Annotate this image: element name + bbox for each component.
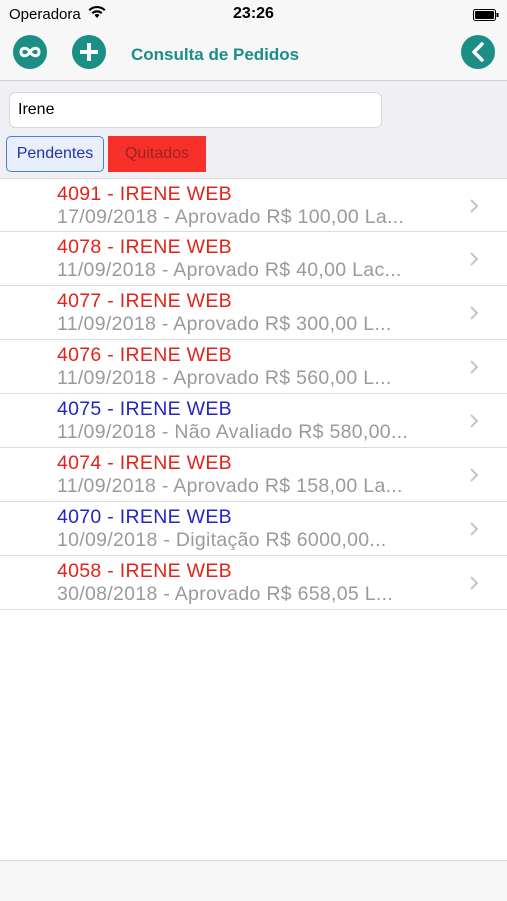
order-title: 4074 - IRENE WEB bbox=[57, 452, 232, 474]
order-subtitle: 11/09/2018 - Não Avaliado R$ 580,00... bbox=[57, 421, 409, 443]
chevron-left-icon bbox=[472, 42, 484, 62]
chevron-right-icon bbox=[470, 414, 479, 428]
list-item[interactable]: 4074 - IRENE WEB 11/09/2018 - Aprovado R… bbox=[0, 448, 507, 502]
battery-icon bbox=[473, 8, 499, 21]
chevron-right-icon bbox=[470, 199, 479, 213]
chevron-right-icon bbox=[470, 252, 479, 266]
list-item[interactable]: 4076 - IRENE WEB 11/09/2018 - Aprovado R… bbox=[0, 340, 507, 394]
order-list: 4091 - IRENE WEB 17/09/2018 - Aprovado R… bbox=[0, 178, 507, 610]
clock: 23:26 bbox=[233, 5, 274, 22]
order-subtitle: 30/08/2018 - Aprovado R$ 658,05 L... bbox=[57, 583, 394, 605]
order-subtitle: 11/09/2018 - Aprovado R$ 40,00 Lac... bbox=[57, 259, 402, 281]
back-button[interactable] bbox=[461, 35, 495, 69]
order-subtitle: 11/09/2018 - Aprovado R$ 158,00 La... bbox=[57, 475, 403, 497]
bottom-toolbar bbox=[0, 860, 507, 901]
status-bar: Operadora 23:26 bbox=[0, 0, 507, 28]
tab-pendentes[interactable]: Pendentes bbox=[6, 136, 104, 172]
navigation-bar: Consulta de Pedidos bbox=[0, 28, 507, 81]
infinity-icon bbox=[19, 46, 41, 58]
order-title: 4070 - IRENE WEB bbox=[57, 506, 232, 528]
order-title: 4091 - IRENE WEB bbox=[57, 183, 232, 205]
list-item[interactable]: 4070 - IRENE WEB 10/09/2018 - Digitação … bbox=[0, 502, 507, 556]
order-subtitle: 11/09/2018 - Aprovado R$ 300,00 L... bbox=[57, 313, 392, 335]
list-item[interactable]: 4091 - IRENE WEB 17/09/2018 - Aprovado R… bbox=[0, 178, 507, 232]
chevron-right-icon bbox=[470, 468, 479, 482]
chevron-right-icon bbox=[470, 360, 479, 374]
list-item[interactable]: 4078 - IRENE WEB 11/09/2018 - Aprovado R… bbox=[0, 232, 507, 286]
order-title: 4058 - IRENE WEB bbox=[57, 560, 232, 582]
search-input[interactable] bbox=[9, 92, 382, 128]
order-title: 4077 - IRENE WEB bbox=[57, 290, 232, 312]
list-item[interactable]: 4075 - IRENE WEB 11/09/2018 - Não Avalia… bbox=[0, 394, 507, 448]
order-subtitle: 11/09/2018 - Aprovado R$ 560,00 L... bbox=[57, 367, 392, 389]
list-item[interactable]: 4058 - IRENE WEB 30/08/2018 - Aprovado R… bbox=[0, 556, 507, 610]
order-subtitle: 10/09/2018 - Digitação R$ 6000,00... bbox=[57, 529, 387, 551]
tab-quitados[interactable]: Quitados bbox=[108, 136, 206, 172]
infinity-button[interactable] bbox=[13, 35, 47, 69]
add-button[interactable] bbox=[72, 35, 106, 69]
page-title: Consulta de Pedidos bbox=[131, 45, 300, 64]
order-title: 4075 - IRENE WEB bbox=[57, 398, 232, 420]
chevron-right-icon bbox=[470, 522, 479, 536]
filter-area: Pendentes Quitados bbox=[0, 81, 507, 178]
chevron-right-icon bbox=[470, 306, 479, 320]
list-item[interactable]: 4077 - IRENE WEB 11/09/2018 - Aprovado R… bbox=[0, 286, 507, 340]
order-title: 4078 - IRENE WEB bbox=[57, 236, 232, 258]
chevron-right-icon bbox=[470, 576, 479, 590]
order-title: 4076 - IRENE WEB bbox=[57, 344, 232, 366]
plus-icon bbox=[80, 43, 98, 61]
order-subtitle: 17/09/2018 - Aprovado R$ 100,00 La... bbox=[57, 206, 405, 228]
